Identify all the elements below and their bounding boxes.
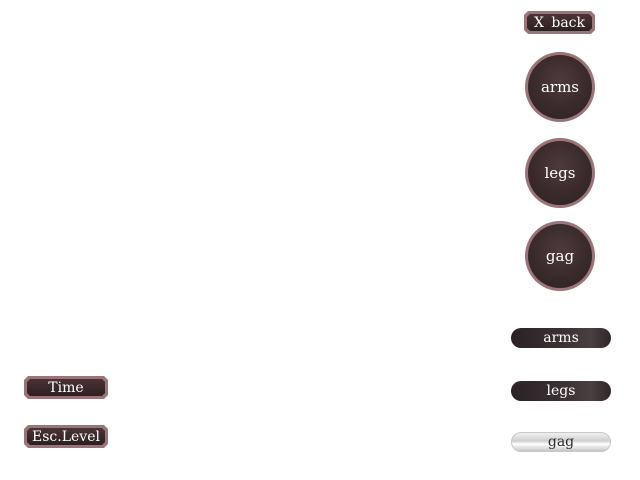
time-plate: Time xyxy=(24,376,108,399)
game-screen: X back arms legs gag arms legs gag Time … xyxy=(0,0,640,480)
esc-level-label: Esc.Level xyxy=(27,428,105,445)
gag-status-bar[interactable]: gag xyxy=(511,432,611,452)
legs-status-label: legs xyxy=(546,383,576,399)
gag-round-button[interactable]: gag xyxy=(525,221,595,291)
gag-status-label: gag xyxy=(547,434,575,450)
legs-status-bar[interactable]: legs xyxy=(511,381,611,401)
legs-round-button[interactable]: legs xyxy=(525,138,595,208)
arms-round-button-label: arms xyxy=(528,55,592,119)
back-key-hint: X xyxy=(534,14,544,31)
gag-round-button-label: gag xyxy=(528,224,592,288)
time-label: Time xyxy=(27,379,105,396)
back-button[interactable]: X back xyxy=(524,11,595,34)
arms-round-button[interactable]: arms xyxy=(525,52,595,122)
back-button-label: back xyxy=(551,14,585,31)
arms-status-bar[interactable]: arms xyxy=(511,328,611,348)
back-button-face: X back xyxy=(527,14,592,31)
esc-level-plate: Esc.Level xyxy=(24,425,108,448)
legs-round-button-label: legs xyxy=(528,141,592,205)
arms-status-label: arms xyxy=(543,330,579,346)
